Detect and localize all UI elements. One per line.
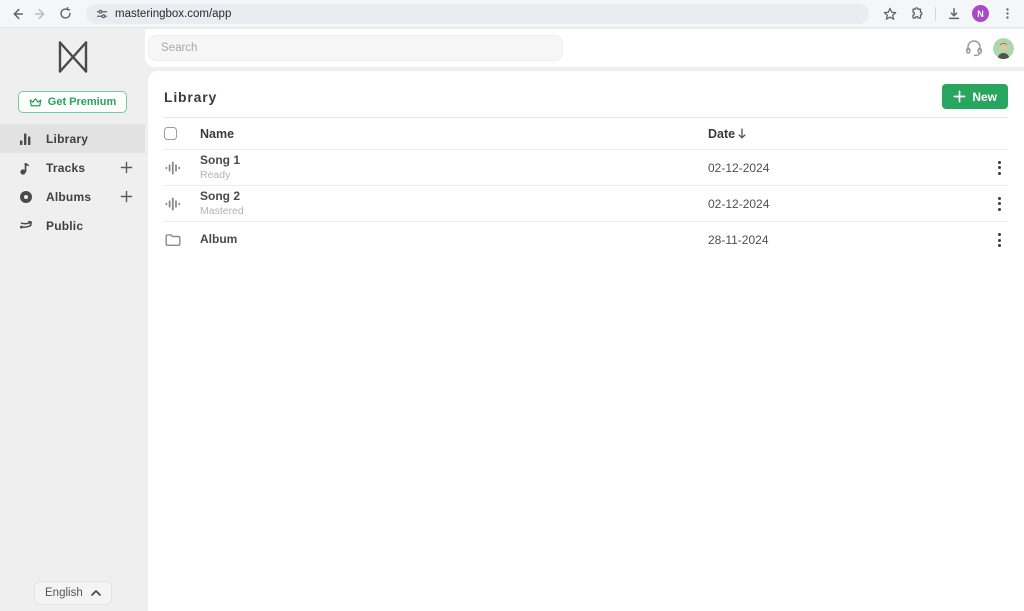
disc-icon — [18, 190, 33, 204]
app-header — [145, 29, 1024, 67]
new-button[interactable]: New — [942, 84, 1008, 109]
language-label: English — [45, 587, 83, 599]
extensions-icon[interactable] — [908, 5, 926, 23]
levels-icon — [18, 132, 33, 146]
item-date: 02-12-2024 — [708, 161, 988, 175]
sidebar-item-albums[interactable]: Albums — [0, 182, 145, 211]
sidebar-item-label: Library — [46, 132, 88, 146]
back-icon[interactable] — [8, 5, 26, 23]
column-header-name: Name — [200, 127, 708, 141]
bookmark-star-icon[interactable] — [881, 5, 899, 23]
waveform-icon — [164, 196, 200, 212]
app-window: Get Premium Library Tracks — [0, 29, 1024, 611]
waveform-icon — [164, 160, 200, 176]
search-input[interactable] — [148, 35, 563, 61]
item-name: Song 2 — [200, 190, 708, 204]
folder-icon — [164, 233, 200, 247]
item-status: Ready — [200, 169, 708, 181]
share-icon — [18, 219, 33, 232]
row-menu-icon[interactable] — [988, 227, 1010, 253]
sidebar-item-library[interactable]: Library — [0, 124, 145, 153]
toolbar-divider — [935, 7, 936, 21]
site-settings-icon[interactable] — [96, 8, 108, 20]
item-name: Song 1 — [200, 154, 708, 168]
sidebar-item-label: Albums — [46, 190, 91, 204]
support-headset-icon[interactable] — [964, 38, 984, 58]
add-track-icon[interactable] — [120, 161, 133, 174]
crown-icon — [29, 97, 42, 108]
library-panel: Library New Name Date — [148, 71, 1024, 611]
sidebar: Get Premium Library Tracks — [0, 29, 145, 611]
url-text: masteringbox.com/app — [115, 8, 231, 20]
table-row[interactable]: Song 2 Mastered 02-12-2024 — [164, 186, 1008, 222]
forward-icon[interactable] — [32, 5, 50, 23]
row-menu-icon[interactable] — [988, 191, 1010, 217]
table-row[interactable]: Album 28-11-2024 — [164, 222, 1008, 258]
table-header: Name Date — [164, 118, 1008, 150]
get-premium-button[interactable]: Get Premium — [18, 91, 127, 113]
main-area: Library New Name Date — [145, 29, 1024, 611]
row-menu-icon[interactable] — [988, 155, 1010, 181]
item-date: 02-12-2024 — [708, 197, 988, 211]
browser-menu-icon[interactable] — [998, 5, 1016, 23]
select-all-checkbox[interactable] — [164, 127, 177, 140]
table-row[interactable]: Song 1 Ready 02-12-2024 — [164, 150, 1008, 186]
sort-descending-icon — [738, 128, 746, 139]
downloads-icon[interactable] — [945, 5, 963, 23]
get-premium-label: Get Premium — [48, 96, 116, 108]
sidebar-item-tracks[interactable]: Tracks — [0, 153, 145, 182]
sidebar-nav: Library Tracks Albums — [0, 124, 145, 240]
browser-profile-avatar[interactable]: N — [972, 5, 989, 22]
user-avatar[interactable] — [993, 38, 1014, 59]
item-date: 28-11-2024 — [708, 233, 988, 247]
language-selector[interactable]: English — [34, 581, 112, 605]
sidebar-item-public[interactable]: Public — [0, 211, 145, 240]
sidebar-item-label: Public — [46, 219, 83, 233]
chevron-up-icon — [91, 590, 101, 596]
music-note-icon — [18, 161, 33, 175]
item-name: Album — [200, 233, 708, 247]
url-bar[interactable]: masteringbox.com/app — [86, 4, 869, 24]
add-album-icon[interactable] — [120, 190, 133, 203]
new-button-label: New — [972, 90, 997, 104]
column-header-date[interactable]: Date — [708, 127, 735, 141]
browser-toolbar: masteringbox.com/app N — [0, 0, 1024, 28]
page-title: Library — [164, 89, 217, 105]
reload-icon[interactable] — [56, 5, 74, 23]
masteringbox-logo-icon[interactable] — [58, 41, 88, 78]
item-status: Mastered — [200, 205, 708, 217]
sidebar-item-label: Tracks — [46, 161, 85, 175]
plus-icon — [953, 90, 966, 103]
